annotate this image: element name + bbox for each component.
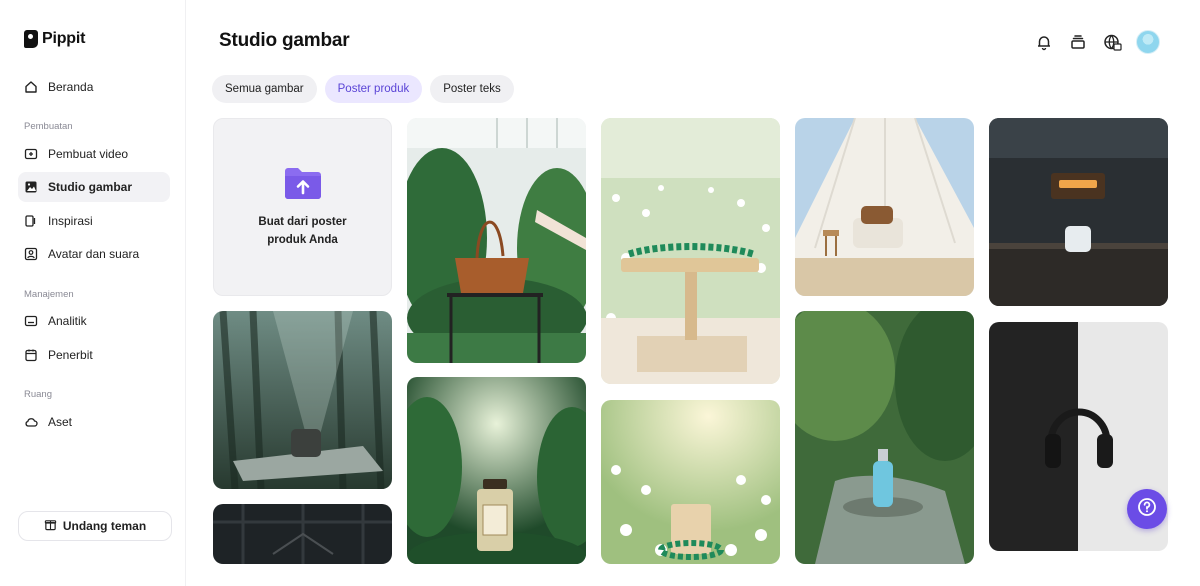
gallery-image-jungle-perfume[interactable]: [407, 377, 586, 564]
sidebar-item-pembuat-video[interactable]: Pembuat video: [18, 139, 170, 169]
sidebar-item-aset[interactable]: Aset: [18, 407, 170, 437]
invite-friends-label: Undang teman: [62, 519, 147, 533]
upload-product-poster-card[interactable]: Buat dari poster produk Anda: [213, 118, 392, 296]
analytics-icon: [24, 314, 38, 328]
sidebar: Pippit Beranda Pembuatan Pembuat video S…: [0, 0, 186, 586]
gallery-image-bracelet-stand[interactable]: [601, 118, 780, 384]
sidebar-item-analitik[interactable]: Analitik: [18, 306, 170, 336]
cloud-icon: [24, 415, 38, 429]
sidebar-item-label: Avatar dan suara: [48, 247, 140, 261]
header-actions: [1034, 30, 1160, 54]
upload-card-label: Buat dari poster produk Anda: [258, 216, 347, 246]
section-label-space: Ruang: [24, 389, 52, 400]
bracelet-block-image: [601, 400, 780, 564]
earbuds-workshop-image: [989, 118, 1168, 306]
gallery-image-forest-stream-bottle[interactable]: [795, 311, 974, 564]
sidebar-item-label: Beranda: [48, 80, 94, 94]
section-label-creation: Pembuatan: [24, 121, 73, 132]
gallery-image-tote-bag[interactable]: [407, 118, 586, 363]
image-studio-icon: [24, 180, 38, 194]
help-question-icon: [1137, 497, 1157, 522]
filter-tabs: Semua gambar Poster produk Poster teks: [212, 75, 514, 103]
gallery-image-industrial-room[interactable]: [213, 504, 392, 564]
gallery-image-forest-speaker[interactable]: [213, 311, 392, 489]
sidebar-item-label: Inspirasi: [48, 214, 93, 228]
user-avatar[interactable]: [1136, 30, 1160, 54]
layers-icon[interactable]: [1068, 32, 1088, 52]
avatar-icon: [24, 247, 38, 261]
sidebar-item-label: Aset: [48, 415, 73, 429]
page-title: Studio gambar: [219, 30, 350, 51]
sidebar-item-avatar-dan-suara[interactable]: Avatar dan suara: [18, 239, 170, 269]
calendar-icon: [24, 348, 38, 362]
sidebar-item-inspirasi[interactable]: Inspirasi: [18, 206, 170, 236]
sidebar-item-label: Studio gambar: [48, 180, 133, 194]
tab-poster-teks[interactable]: Poster teks: [430, 75, 514, 103]
app-logo[interactable]: Pippit: [24, 30, 85, 48]
folder-upload-icon: [283, 165, 323, 201]
bell-tent-image: [795, 118, 974, 296]
invite-friends-button[interactable]: Undang teman: [18, 511, 172, 541]
sidebar-item-studio-gambar[interactable]: Studio gambar: [18, 172, 170, 202]
bracelet-stand-image: [601, 118, 780, 384]
gallery-image-bell-tent[interactable]: [795, 118, 974, 296]
pippit-logo-icon: [24, 30, 38, 48]
bell-icon[interactable]: [1034, 32, 1054, 52]
sidebar-item-label: Penerbit: [48, 348, 93, 362]
forest-speaker-image: [213, 311, 392, 489]
section-label-management: Manajemen: [24, 289, 74, 300]
sidebar-item-beranda[interactable]: Beranda: [18, 72, 170, 102]
industrial-room-image: [213, 504, 392, 564]
sidebar-item-label: Analitik: [48, 314, 87, 328]
app-name: Pippit: [42, 30, 86, 47]
gallery-image-earbuds-workshop[interactable]: [989, 118, 1168, 306]
tote-bag-image: [407, 118, 586, 363]
video-add-icon: [24, 147, 38, 161]
tab-poster-produk[interactable]: Poster produk: [324, 75, 423, 103]
inspiration-icon: [24, 214, 38, 228]
globe-language-icon[interactable]: [1102, 32, 1122, 52]
jungle-perfume-image: [407, 377, 586, 564]
sidebar-item-penerbit[interactable]: Penerbit: [18, 340, 170, 370]
gift-icon: [44, 518, 57, 534]
forest-stream-bottle-image: [795, 311, 974, 564]
sidebar-item-label: Pembuat video: [48, 147, 129, 161]
tab-semua-gambar[interactable]: Semua gambar: [212, 75, 317, 103]
help-button[interactable]: [1127, 489, 1167, 529]
home-icon: [24, 80, 38, 94]
gallery-image-bracelet-block[interactable]: [601, 400, 780, 564]
